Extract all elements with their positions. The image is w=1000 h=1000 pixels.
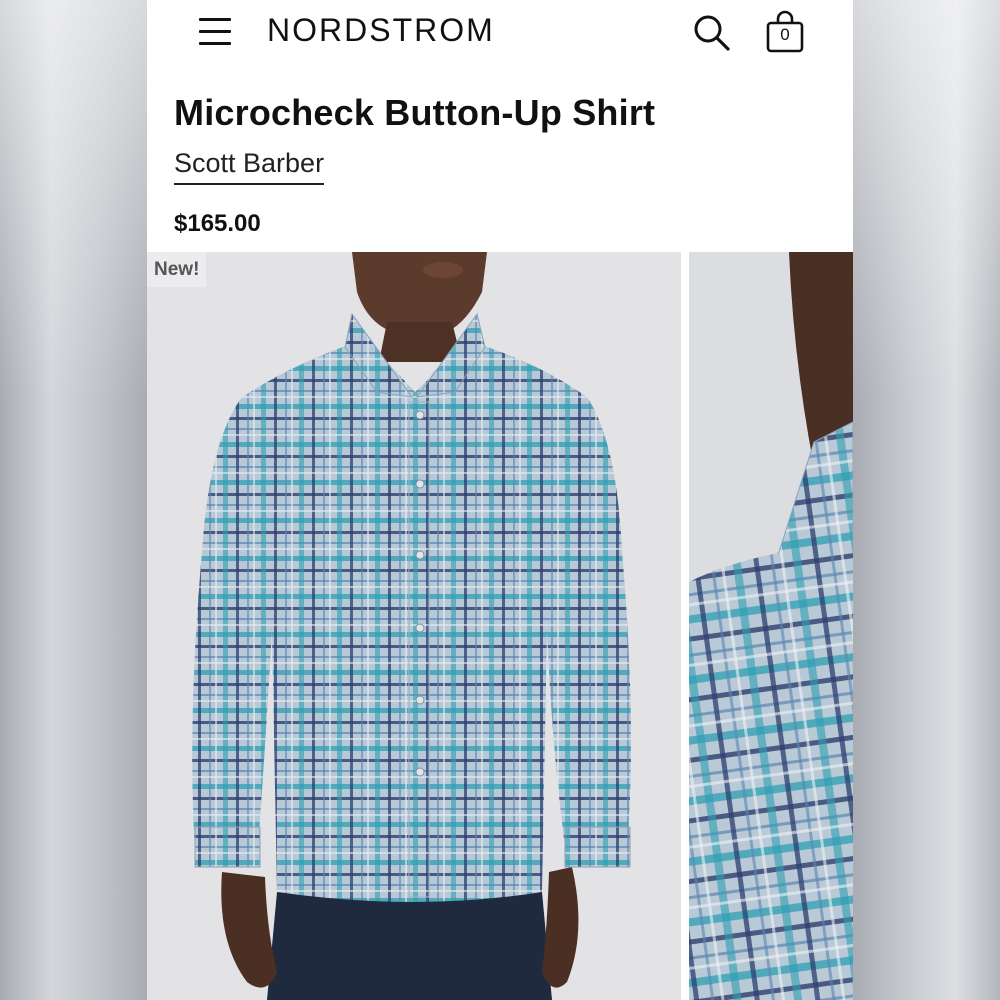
cart-count-badge: 0 — [780, 25, 790, 44]
top-nav-bar: NORDSTROM 0 — [147, 0, 853, 64]
new-badge: New! — [147, 252, 207, 287]
brand-link[interactable]: Scott Barber — [174, 148, 325, 185]
background-blur-right — [853, 0, 1000, 1000]
search-icon[interactable] — [692, 12, 732, 52]
product-image-detail[interactable] — [689, 252, 853, 1000]
product-image-main[interactable]: New! — [147, 252, 681, 1000]
product-page: NORDSTROM 0 Microcheck Button-Up Shirt S… — [147, 0, 853, 1000]
hamburger-menu-icon[interactable] — [199, 16, 233, 46]
product-price: $165.00 — [174, 210, 261, 237]
shopping-bag-icon[interactable]: 0 — [765, 10, 805, 54]
product-title: Microcheck Button-Up Shirt — [174, 92, 656, 133]
background-blur-left — [0, 0, 147, 1000]
brand-logo[interactable]: NORDSTROM — [267, 12, 495, 49]
